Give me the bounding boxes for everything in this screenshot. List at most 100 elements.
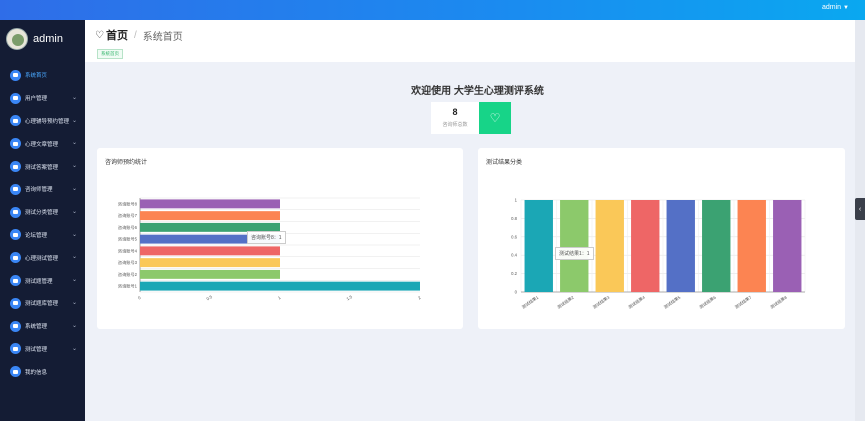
breadcrumb-current: 系统首页: [142, 31, 183, 43]
right-bar-chart: 0 0.2 0.4 0.6 0.8 1 测试结果1 测试结果2 测试结果3 测试结果4 测试结果5 测…: [511, 198, 806, 311]
page-tag[interactable]: 系统首页: [97, 49, 123, 59]
menu-icon: [10, 92, 21, 104]
bar: [140, 211, 280, 221]
chevron-down-icon: ⌄: [71, 231, 77, 238]
sidebar-item-label: 用户管理: [25, 96, 48, 103]
menu-icon: [10, 320, 21, 332]
x-tick-label: 测试结果1: [520, 294, 540, 311]
x-tick-label: 0.5: [205, 294, 213, 302]
chevron-down-icon: ⌄: [71, 94, 77, 101]
stat-card: 8 咨询师总数: [431, 102, 479, 134]
left-chart-card: 咨询师预约统计 咨询账号1 咨询账号2 咨询账号3 咨询账号4 咨询账号5 咨询账号6 咨询…: [97, 148, 463, 329]
sidebar-menu: 系统首页 用户管理 ⌄ 心理辅导预约管理 ⌄ 心理文章管理 ⌄ 测试答案管理 ⌄ 咨询师管理 ⌄ 测试…: [0, 64, 85, 383]
sidebar-item[interactable]: 测试题库管理 ⌄: [0, 292, 85, 315]
x-tick-label: 测试结果3: [591, 294, 611, 311]
menu-icon: [10, 366, 21, 378]
bar: [595, 200, 624, 292]
sidebar-item-label: 我的信息: [25, 369, 48, 376]
x-tick-label: 测试结果6: [698, 294, 718, 311]
chevron-down-icon: ⌄: [71, 254, 77, 261]
bar: [140, 199, 280, 209]
chevron-down-icon: ⌄: [71, 117, 77, 124]
menu-icon: [10, 252, 21, 264]
y-tick-label: 1: [515, 198, 518, 203]
caret-down-icon: ▼: [843, 5, 849, 11]
menu-icon: [10, 138, 21, 150]
welcome-title: 欢迎使用 大学生心理测评系统: [411, 86, 544, 97]
page-scrollbar[interactable]: [855, 20, 865, 421]
stat-value: 8: [452, 107, 458, 117]
right-chart-card: 测试结果分类 0 0.2 0.4 0.6 0.8 1 测试结果1 测试结果2 测试结果3 测试结果…: [478, 148, 845, 329]
sidebar-item-label: 论坛管理: [25, 232, 48, 239]
sidebar-item-label: 测试分类管理: [25, 210, 59, 217]
bar: [560, 200, 589, 292]
y-tick-label: 咨询账号2: [118, 271, 138, 278]
y-tick-label: 咨询账号5: [118, 236, 138, 243]
bar: [631, 200, 660, 292]
y-tick-label: 0.2: [511, 271, 517, 276]
menu-icon: [10, 297, 21, 309]
y-tick-label: 0.6: [511, 234, 517, 239]
top-bar: admin ▼: [0, 0, 865, 20]
menu-icon: [10, 275, 21, 287]
sidebar-item[interactable]: 心理测试管理 ⌄: [0, 246, 85, 269]
x-tick-label: 0: [137, 295, 142, 301]
sidebar: admin 系统首页 用户管理 ⌄ 心理辅导预约管理 ⌄ 心理文章管理 ⌄ 测试答案管理 ⌄ 咨询…: [0, 20, 85, 421]
x-tick-label: 测试结果2: [556, 294, 576, 311]
sidebar-item-label: 系统管理: [25, 324, 48, 331]
x-tick-label: 测试结果4: [627, 294, 647, 311]
sidebar-item[interactable]: 用户管理 ⌄: [0, 87, 85, 110]
bar: [140, 246, 280, 256]
menu-icon: [10, 69, 21, 81]
x-tick-label: 1: [277, 295, 282, 301]
sidebar-item[interactable]: 系统首页: [0, 64, 85, 87]
brand: admin: [6, 28, 63, 50]
y-tick-label: 0.4: [511, 253, 517, 258]
sidebar-item[interactable]: 测试管理 ⌄: [0, 338, 85, 361]
chevron-down-icon: ⌄: [71, 345, 77, 352]
chevron-down-icon: ⌄: [71, 208, 77, 215]
sidebar-item-label: 测试答案管理: [25, 164, 59, 171]
bar: [702, 200, 731, 292]
sidebar-item[interactable]: 系统管理 ⌄: [0, 315, 85, 338]
menu-icon: [10, 343, 21, 355]
breadcrumb-home[interactable]: 首页: [106, 27, 128, 43]
y-tick-label: 咨询账号7: [118, 212, 138, 219]
y-tick-label: 咨询账号3: [118, 259, 138, 266]
y-tick-label: 咨询账号4: [118, 247, 138, 254]
left-chart-tooltip: 咨询账号8：1: [247, 231, 286, 244]
sidebar-item[interactable]: 测试分类管理 ⌄: [0, 201, 85, 224]
bar: [737, 200, 766, 292]
chevron-left-icon[interactable]: ‹: [855, 198, 865, 220]
sidebar-item[interactable]: 心理文章管理 ⌄: [0, 132, 85, 155]
avatar[interactable]: [6, 28, 28, 50]
chevron-down-icon: ⌄: [71, 163, 77, 170]
sidebar-item-label: 心理测试管理: [25, 255, 59, 262]
sidebar-item[interactable]: 测试题管理 ⌄: [0, 269, 85, 292]
sidebar-item[interactable]: 论坛管理 ⌄: [0, 224, 85, 247]
user-menu[interactable]: admin ▼: [822, 4, 849, 11]
sidebar-item[interactable]: 咨询师管理 ⌄: [0, 178, 85, 201]
page-header: ♡ 首页 / 系统首页 系统首页: [85, 20, 855, 62]
sidebar-item-label: 测试题库管理: [25, 301, 59, 308]
x-tick-label: 2: [417, 295, 422, 301]
menu-icon: [10, 115, 21, 127]
sidebar-item[interactable]: 测试答案管理 ⌄: [0, 155, 85, 178]
menu-icon: [10, 229, 21, 241]
y-tick-label: 咨询账号1: [118, 283, 138, 290]
x-tick-label: 测试结果7: [733, 294, 753, 311]
sidebar-item-label: 咨询师管理: [25, 187, 53, 194]
stat-heart-icon: ♡: [479, 102, 511, 134]
menu-icon: [10, 183, 21, 195]
x-tick-label: 测试结果8: [769, 294, 789, 311]
right-chart-tooltip: 测试结果1：1: [555, 247, 594, 260]
sidebar-item[interactable]: 心理辅导预约管理 ⌄: [0, 110, 85, 133]
y-tick-label: 咨询账号6: [118, 224, 138, 231]
sidebar-item[interactable]: 我的信息: [0, 360, 85, 383]
sidebar-item-label: 系统首页: [25, 73, 48, 80]
bar: [773, 200, 802, 292]
main-content: ♡ 首页 / 系统首页 系统首页 欢迎使用 大学生心理测评系统 8 咨询师总数 …: [85, 20, 855, 421]
sidebar-item-label: 心理辅导预约管理: [25, 118, 70, 125]
chevron-down-icon: ⌄: [71, 299, 77, 306]
bar: [140, 269, 280, 279]
